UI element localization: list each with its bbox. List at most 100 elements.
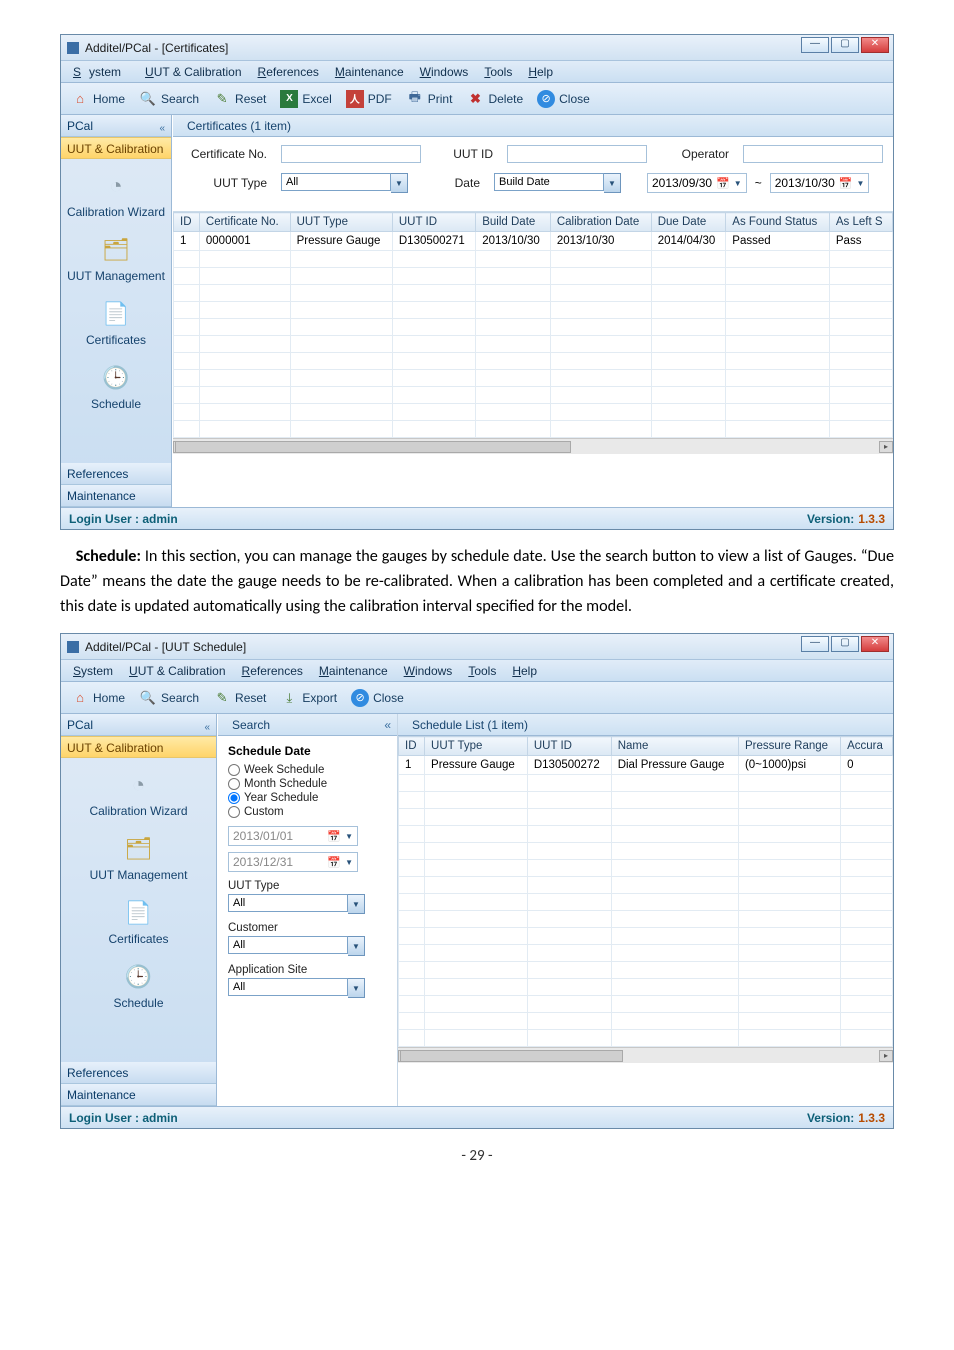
menu-references[interactable]: References xyxy=(234,664,311,678)
uuttype-combo[interactable]: All▼ xyxy=(281,173,408,193)
menu-tools[interactable]: Tools xyxy=(460,664,504,678)
certno-input[interactable] xyxy=(281,145,421,163)
minimize-button[interactable]: — xyxy=(801,636,829,652)
close-window-button[interactable]: ✕ xyxy=(861,636,889,652)
menu-uut-calibration[interactable]: UUT & Calibration xyxy=(137,65,250,79)
menu-uut-calibration[interactable]: UUT & Calibration xyxy=(121,664,234,678)
tab-schedule-list[interactable]: Schedule List (1 item) xyxy=(402,716,538,734)
close-tab-button[interactable]: ⊘Close xyxy=(531,88,596,110)
col-asfound[interactable]: As Found Status xyxy=(726,213,830,232)
nav-items: ◔Calibration Wizard 🗂UUT Management 📄Cer… xyxy=(61,758,216,1062)
nav-certificates[interactable]: 📄Certificates xyxy=(61,293,171,357)
nav-calibration-wizard[interactable]: ◔Calibration Wizard xyxy=(61,165,171,229)
scroll-right-icon[interactable]: ▸ xyxy=(879,441,893,453)
col-id[interactable]: ID xyxy=(399,737,425,756)
menu-maintenance[interactable]: Maintenance xyxy=(327,65,412,79)
nav-section-references[interactable]: References xyxy=(61,1062,216,1084)
menu-maintenance[interactable]: Maintenance xyxy=(311,664,396,678)
horizontal-scrollbar[interactable]: ◂ ▸ xyxy=(173,438,893,454)
nav-section-uut[interactable]: UUT & Calibration xyxy=(61,736,216,758)
nav-schedule[interactable]: 🕒Schedule xyxy=(61,956,216,1020)
radio-month[interactable]: Month Schedule xyxy=(228,778,387,790)
nav-header-pcal[interactable]: PCal« xyxy=(61,115,171,137)
menu-windows[interactable]: Windows xyxy=(412,65,477,79)
maximize-button[interactable]: ▢ xyxy=(831,636,859,652)
table-row[interactable]: 1 0000001 Pressure Gauge D130500271 2013… xyxy=(174,232,893,251)
sched-date-from[interactable]: 2013/01/01📅▼ xyxy=(228,826,358,846)
nav-uut-management[interactable]: 🗂UUT Management xyxy=(61,828,216,892)
home-button[interactable]: ⌂Home xyxy=(65,687,131,709)
col-caldate[interactable]: Calibration Date xyxy=(550,213,651,232)
chevron-down-icon[interactable]: ▼ xyxy=(604,173,621,193)
date-to-input[interactable]: 2013/10/30📅▼ xyxy=(770,173,870,193)
nav-header-pcal[interactable]: PCal« xyxy=(61,714,216,736)
menu-help[interactable]: Help xyxy=(504,664,545,678)
menu-windows[interactable]: Windows xyxy=(396,664,461,678)
delete-button[interactable]: ✖Delete xyxy=(460,88,529,110)
tab-certificates[interactable]: Certificates (1 item) xyxy=(177,117,301,135)
search-button[interactable]: 🔍Search xyxy=(133,687,205,709)
chevron-down-icon[interactable]: ▼ xyxy=(348,978,365,998)
horizontal-scrollbar[interactable]: ◂ ▸ xyxy=(398,1047,893,1063)
appsite-combo[interactable]: All▼ xyxy=(228,978,365,998)
table-row[interactable]: 1 Pressure Gauge D130500272 Dial Pressur… xyxy=(399,756,893,775)
export-button[interactable]: ⤓Export xyxy=(274,687,343,709)
menu-system[interactable]: System xyxy=(65,664,121,678)
menu-system[interactable]: System xyxy=(65,65,137,79)
close-tab-button[interactable]: ⊘Close xyxy=(345,687,410,709)
operator-input[interactable] xyxy=(743,145,883,163)
menu-help[interactable]: Help xyxy=(520,65,561,79)
pdf-button[interactable]: 人PDF xyxy=(340,88,398,110)
col-certno[interactable]: Certificate No. xyxy=(199,213,290,232)
maximize-button[interactable]: ▢ xyxy=(831,37,859,53)
title-bar[interactable]: Additel/PCal - [Certificates] — ▢ ✕ xyxy=(61,35,893,61)
radio-custom[interactable]: Custom xyxy=(228,806,387,818)
col-uuttype[interactable]: UUT Type xyxy=(425,737,528,756)
title-bar[interactable]: Additel/PCal - [UUT Schedule] — ▢ ✕ xyxy=(61,634,893,660)
nav-schedule[interactable]: 🕒Schedule xyxy=(61,357,171,421)
uuttype-combo[interactable]: All▼ xyxy=(228,894,365,914)
excel-button[interactable]: XExcel xyxy=(274,88,337,110)
col-prange[interactable]: Pressure Range xyxy=(738,737,840,756)
scroll-right-icon[interactable]: ▸ xyxy=(879,1050,893,1062)
reset-button[interactable]: ✎Reset xyxy=(207,88,272,110)
chevron-down-icon[interactable]: ▼ xyxy=(348,894,365,914)
col-name[interactable]: Name xyxy=(611,737,738,756)
radio-week[interactable]: Week Schedule xyxy=(228,764,387,776)
nav-section-uut[interactable]: UUT & Calibration xyxy=(61,137,171,159)
nav-section-maintenance[interactable]: Maintenance xyxy=(61,485,171,507)
search-button[interactable]: 🔍Search xyxy=(133,88,205,110)
minimize-button[interactable]: — xyxy=(801,37,829,53)
menu-tools[interactable]: Tools xyxy=(476,65,520,79)
col-accuracy[interactable]: Accura xyxy=(841,737,893,756)
radio-year[interactable]: Year Schedule xyxy=(228,792,387,804)
scroll-thumb[interactable] xyxy=(400,1050,623,1062)
chevron-down-icon[interactable]: ▼ xyxy=(391,173,408,193)
col-id[interactable]: ID xyxy=(174,213,200,232)
col-asleft[interactable]: As Left S xyxy=(829,213,892,232)
date-field-combo[interactable]: Build Date▼ xyxy=(494,173,621,193)
customer-combo[interactable]: All▼ xyxy=(228,936,365,956)
close-window-button[interactable]: ✕ xyxy=(861,37,889,53)
print-button[interactable]: 🖶Print xyxy=(400,88,459,110)
home-button[interactable]: ⌂Home xyxy=(65,88,131,110)
col-duedate[interactable]: Due Date xyxy=(651,213,726,232)
nav-section-references[interactable]: References xyxy=(61,463,171,485)
reset-button[interactable]: ✎Reset xyxy=(207,687,272,709)
nav-section-maintenance[interactable]: Maintenance xyxy=(61,1084,216,1106)
col-uuttype[interactable]: UUT Type xyxy=(290,213,392,232)
col-builddate[interactable]: Build Date xyxy=(476,213,551,232)
nav-calibration-wizard[interactable]: ◔Calibration Wizard xyxy=(61,764,216,828)
chevron-left-icon[interactable]: « xyxy=(384,718,397,732)
col-uutid[interactable]: UUT ID xyxy=(527,737,611,756)
date-from-input[interactable]: 2013/09/30📅▼ xyxy=(647,173,747,193)
menu-references[interactable]: References xyxy=(250,65,327,79)
scroll-thumb[interactable] xyxy=(175,441,571,453)
nav-certificates[interactable]: 📄Certificates xyxy=(61,892,216,956)
col-uutid[interactable]: UUT ID xyxy=(392,213,475,232)
tab-search[interactable]: Search xyxy=(222,716,280,734)
uutid-input[interactable] xyxy=(507,145,647,163)
sched-date-to[interactable]: 2013/12/31📅▼ xyxy=(228,852,358,872)
chevron-down-icon[interactable]: ▼ xyxy=(348,936,365,956)
nav-uut-management[interactable]: 🗂UUT Management xyxy=(61,229,171,293)
